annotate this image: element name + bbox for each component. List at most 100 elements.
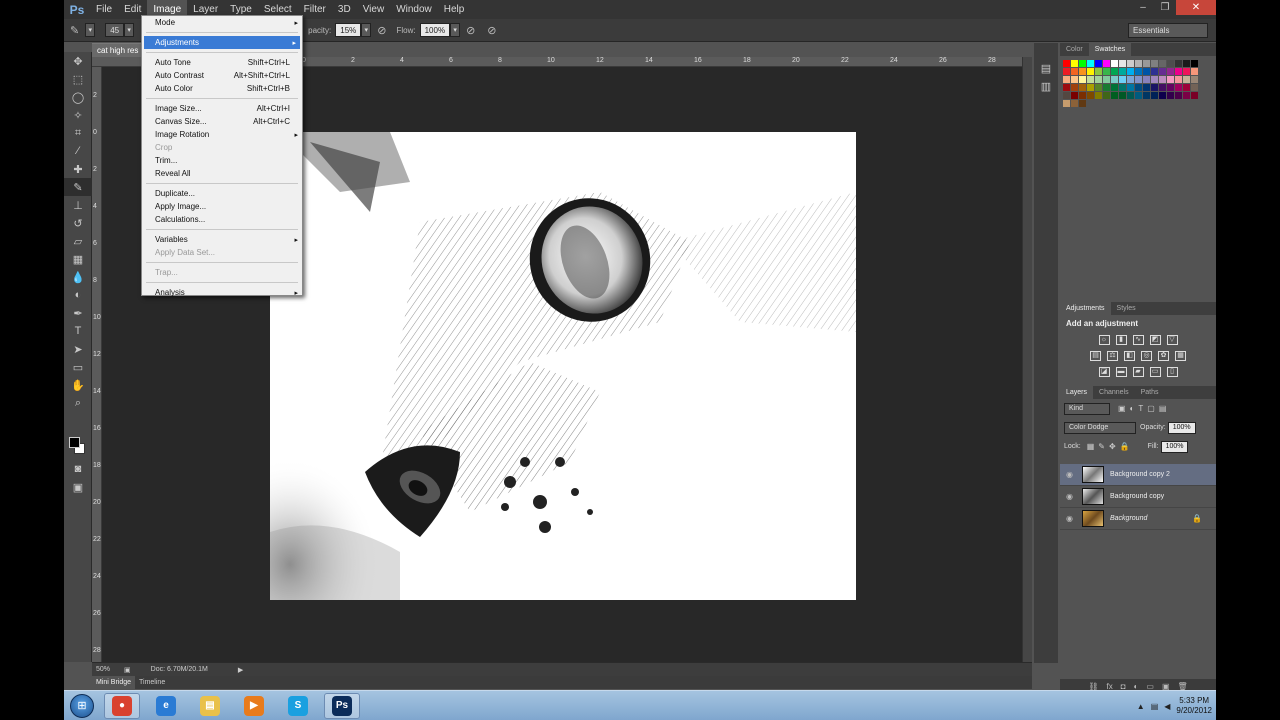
type-tool-icon[interactable]: T — [64, 322, 92, 340]
taskbar-internet-explorer[interactable]: e — [148, 693, 184, 719]
threshold-icon[interactable]: ▰ — [1132, 367, 1144, 377]
color-swatch[interactable] — [1183, 60, 1190, 67]
menu-item-analysis[interactable]: Analysis ▸ — [142, 286, 302, 299]
start-button[interactable]: ⊞ — [64, 691, 100, 720]
tab-paths[interactable]: Paths — [1135, 386, 1165, 399]
foreground-color-swatch[interactable] — [69, 437, 80, 448]
color-swatch[interactable] — [1079, 76, 1086, 83]
marquee-tool-icon[interactable]: ⬚ — [64, 70, 92, 88]
color-swatch[interactable] — [1071, 92, 1078, 99]
tab-layers[interactable]: Layers — [1060, 386, 1094, 399]
zoom-level[interactable]: 50% — [96, 666, 110, 673]
hue-saturation-icon[interactable]: ▤ — [1090, 351, 1101, 361]
brush-icon[interactable]: ✎ — [70, 24, 79, 37]
menu-item-image-rotation[interactable]: Image Rotation ▸ — [142, 128, 302, 141]
color-swatch[interactable] — [1191, 92, 1198, 99]
color-swatch[interactable] — [1143, 76, 1150, 83]
color-swatch[interactable] — [1175, 92, 1182, 99]
color-swatch[interactable] — [1159, 84, 1166, 91]
color-swatch[interactable] — [1063, 100, 1070, 107]
brightness-icon[interactable]: ☼ — [1098, 335, 1110, 345]
color-swatch[interactable] — [1111, 84, 1118, 91]
status-menu-arrow-icon[interactable]: ▶ — [238, 666, 243, 674]
selective-color-icon[interactable]: ▯ — [1166, 367, 1178, 377]
layer-row[interactable]: ◉ Background 🔒 — [1060, 508, 1216, 530]
brush-size-picker[interactable]: 45 — [105, 23, 125, 37]
history-panel-icon[interactable]: ▤ — [1034, 59, 1058, 77]
blur-tool-icon[interactable]: 💧 — [64, 268, 92, 286]
blend-mode-dropdown[interactable]: Color Dodge — [1064, 421, 1136, 434]
color-swatch[interactable] — [1119, 84, 1126, 91]
brush-size-dropdown[interactable]: ▾ — [124, 23, 135, 37]
tab-channels[interactable]: Channels — [1093, 386, 1135, 399]
layer-row[interactable]: ◉ Background copy — [1060, 486, 1216, 508]
color-swatch[interactable] — [1103, 92, 1110, 99]
layer-fill-field[interactable]: 100% — [1160, 440, 1189, 453]
vibrance-icon[interactable]: ▽ — [1166, 335, 1178, 345]
stamp-tool-icon[interactable]: ⊥ — [64, 196, 92, 214]
path-select-tool-icon[interactable]: ➤ — [64, 340, 92, 358]
color-swatch[interactable] — [1063, 84, 1070, 91]
color-swatch[interactable] — [1127, 92, 1134, 99]
color-swatch[interactable] — [1143, 92, 1150, 99]
color-swatch[interactable] — [1183, 84, 1190, 91]
color-swatch[interactable] — [1167, 60, 1174, 67]
color-swatch[interactable] — [1103, 76, 1110, 83]
menu-3d[interactable]: 3D — [332, 0, 357, 19]
airbrush-icon[interactable]: ⊘ — [466, 24, 475, 37]
tab-adjustments[interactable]: Adjustments — [1060, 302, 1111, 315]
color-swatch[interactable] — [1071, 84, 1078, 91]
color-swatch[interactable] — [1063, 76, 1070, 83]
color-swatch[interactable] — [1135, 76, 1142, 83]
color-swatch[interactable] — [1087, 84, 1094, 91]
color-swatch[interactable] — [1119, 60, 1126, 67]
menu-window[interactable]: Window — [390, 0, 438, 19]
crop-tool-icon[interactable]: ⌗ — [64, 124, 92, 142]
close-button[interactable]: ✕ — [1176, 0, 1216, 15]
pressure-opacity-icon[interactable]: ⊘ — [377, 24, 386, 37]
layer-filter-kind[interactable]: Kind — [1064, 402, 1110, 415]
color-swatch[interactable] — [1127, 76, 1134, 83]
status-info-icon[interactable]: ▣ — [124, 666, 131, 674]
menu-item-auto-color[interactable]: Auto Color Shift+Ctrl+B — [142, 82, 302, 95]
minimize-button[interactable]: – — [1132, 0, 1154, 15]
menu-item-duplicate[interactable]: Duplicate... — [142, 187, 302, 200]
color-swatch[interactable] — [1151, 60, 1158, 67]
taskbar-photoshop[interactable]: Ps — [324, 692, 360, 719]
opacity-dropdown[interactable]: ▾ — [361, 23, 372, 37]
volume-icon[interactable]: ◀ — [1164, 702, 1170, 711]
color-swatch[interactable] — [1143, 68, 1150, 75]
color-swatch[interactable] — [1183, 76, 1190, 83]
color-swatch[interactable] — [1191, 60, 1198, 67]
color-swatch[interactable] — [1071, 76, 1078, 83]
hand-tool-icon[interactable]: ✋ — [64, 376, 92, 394]
menu-item-calculations[interactable]: Calculations... — [142, 213, 302, 226]
color-swatch[interactable] — [1103, 84, 1110, 91]
color-swatch[interactable] — [1175, 76, 1182, 83]
invert-icon[interactable]: ◪ — [1098, 367, 1110, 377]
color-swatch[interactable] — [1127, 68, 1134, 75]
color-swatch[interactable] — [1095, 60, 1102, 67]
color-swatch[interactable] — [1143, 84, 1150, 91]
color-swatch[interactable] — [1135, 92, 1142, 99]
lock-icons[interactable]: ▦✎✥🔒 — [1087, 442, 1134, 451]
tab-styles[interactable]: Styles — [1111, 302, 1142, 315]
color-swatch[interactable] — [1135, 68, 1142, 75]
menu-item-trim[interactable]: Trim... — [142, 154, 302, 167]
network-icon[interactable]: ▤ — [1151, 702, 1159, 711]
tray-arrow-icon[interactable]: ▲ — [1137, 702, 1145, 711]
eye-icon[interactable]: ◉ — [1066, 492, 1076, 501]
exposure-icon[interactable]: ◩ — [1149, 335, 1161, 345]
black-white-icon[interactable]: ◧ — [1124, 351, 1135, 361]
clock[interactable]: 5:33 PM 9/20/2012 — [1176, 696, 1212, 716]
taskbar-file-explorer[interactable]: ▤ — [192, 693, 228, 719]
levels-icon[interactable]: ▮ — [1115, 335, 1127, 345]
menu-item-reveal-all[interactable]: Reveal All — [142, 167, 302, 180]
taskbar-media-player[interactable]: ▶ — [236, 693, 272, 719]
color-swatch[interactable] — [1095, 68, 1102, 75]
brush-tool-icon[interactable]: ✎ — [64, 178, 92, 196]
tab-timeline[interactable]: Timeline — [135, 676, 169, 689]
tool-preset-dropdown[interactable]: ▾ — [85, 23, 96, 37]
color-swatch[interactable] — [1111, 60, 1118, 67]
layer-filter-icons[interactable]: ▣◐T▢▤ — [1118, 404, 1170, 413]
